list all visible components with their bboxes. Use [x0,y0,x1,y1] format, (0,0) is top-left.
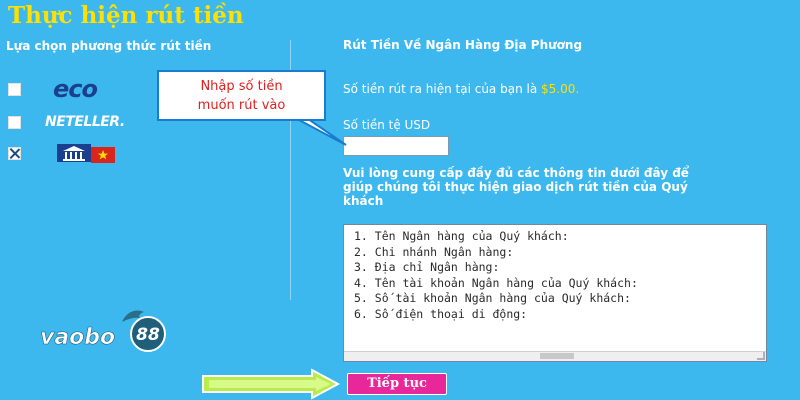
continue-button[interactable]: Tiếp tục [347,373,447,395]
method-row-neteller[interactable]: NETELLER. [8,111,138,133]
amount-input[interactable] [343,136,449,156]
resize-grip-icon[interactable] [757,352,765,360]
checkbox-neteller[interactable] [8,115,21,129]
balance-text: Số tiền rút ra hiện tại của bạn là [343,82,541,96]
instructions-text: Vui lòng cung cấp đầy đủ các thông tin d… [343,166,689,208]
checkbox-eco[interactable] [8,82,21,96]
withdraw-title: Rút Tiền Về Ngân Hàng Địa Phương [343,38,583,52]
bank-details-text[interactable]: 1. Tên Ngân hàng của Quý khách: 2. Chi n… [354,229,744,323]
horizontal-scrollbar[interactable] [344,351,766,361]
brand-logo-name: vaobo [40,325,115,350]
currency-label: Số tiền tệ USD [343,118,431,132]
callout-line-2: muốn rút vào [197,98,286,113]
method-row-eco[interactable]: eco [8,75,138,103]
callout-line-1: Nhập số tiền [200,79,283,94]
tooltip-callout: Nhập số tiền muốn rút vào [157,70,326,121]
checkbox-bank[interactable] [8,146,21,160]
balance-line: Số tiền rút ra hiện tại của bạn là $5.00… [343,82,763,96]
bank-icon [55,142,117,164]
arrow-right-icon [202,368,341,400]
page-title: Thực hiện rút tiền [8,2,244,29]
bank-details-textarea[interactable]: 1. Tên Ngân hàng của Quý khách: 2. Chi n… [343,224,767,362]
balance-amount: $5.00. [541,82,580,96]
eco-logo: eco [53,75,98,103]
neteller-logo: NETELLER. [45,114,125,130]
brand-logo-number: 88 [136,325,160,345]
brand-logo: 88 vaobo [40,310,166,352]
method-row-bank[interactable] [8,142,138,164]
scrollbar-thumb[interactable] [540,353,574,359]
method-heading: Lựa chọn phương thức rút tiền [6,39,212,53]
